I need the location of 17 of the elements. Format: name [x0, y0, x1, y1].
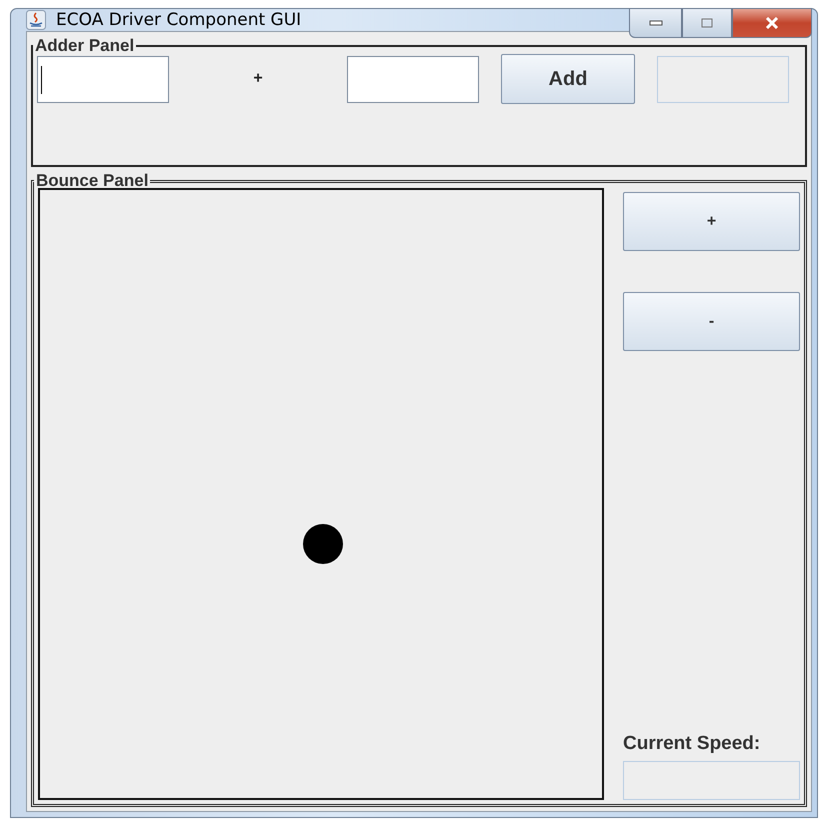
close-icon	[764, 17, 780, 29]
maximize-button[interactable]	[682, 8, 732, 38]
panel-title: Adder Panel	[34, 36, 136, 56]
slow-down-button[interactable]: -	[623, 292, 800, 351]
speed-up-button[interactable]: +	[623, 192, 800, 251]
window-title: ECOA Driver Component GUI	[56, 10, 302, 30]
panel-title: Bounce Panel	[35, 171, 150, 191]
add-button[interactable]: Add	[501, 54, 635, 104]
plus-sign: +	[252, 70, 264, 88]
maximize-icon	[701, 18, 713, 28]
input-field[interactable]	[37, 56, 169, 102]
close-button[interactable]	[732, 8, 812, 38]
ball	[303, 524, 343, 564]
minimize-icon	[648, 20, 662, 26]
input-field[interactable]	[347, 56, 479, 102]
minimize-button[interactable]	[629, 8, 682, 38]
speed-label: Current Speed:	[623, 733, 762, 755]
